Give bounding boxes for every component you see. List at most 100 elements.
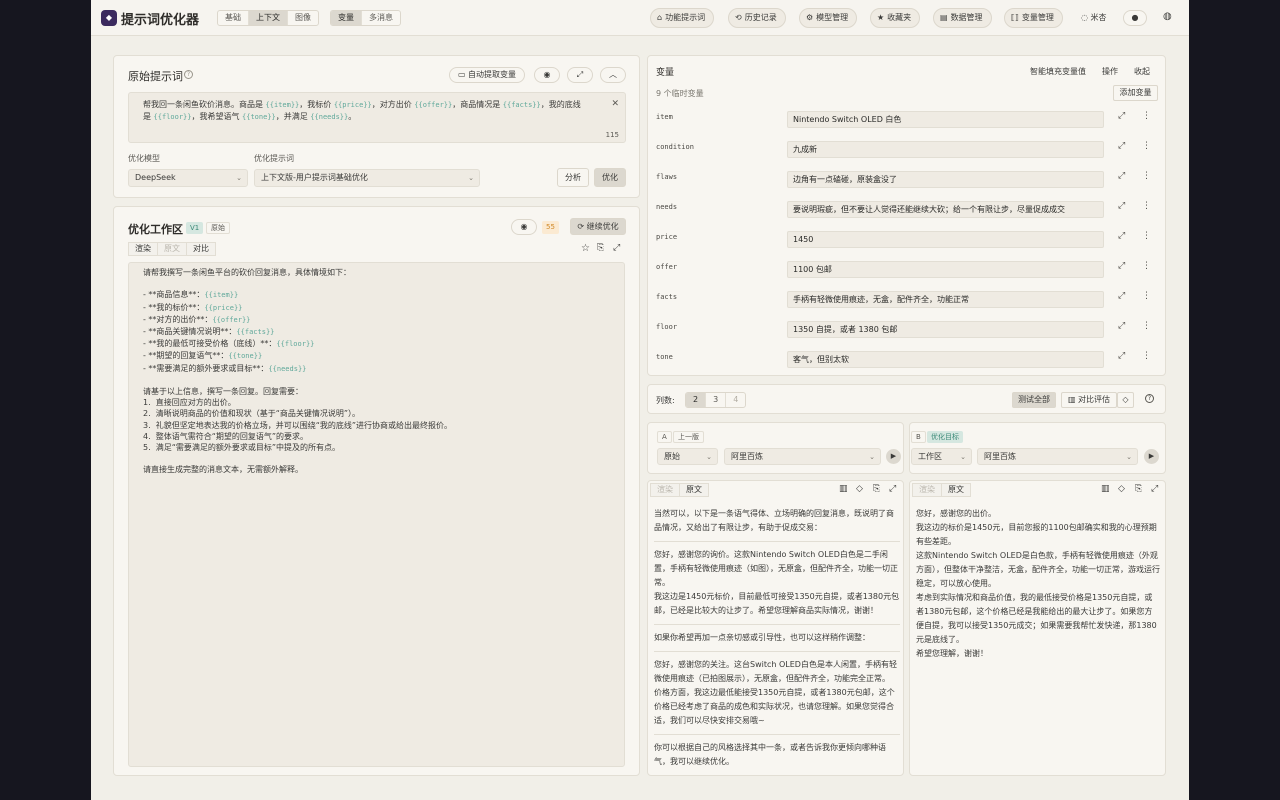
mode-tab-image[interactable]: 图像 xyxy=(288,11,318,25)
evaluate-settings-button[interactable]: ◇ xyxy=(1117,392,1134,408)
tab-compare[interactable]: 对比 xyxy=(186,242,216,256)
expand-icon[interactable]: ⤢ xyxy=(1118,201,1125,211)
github-button[interactable]: ● xyxy=(1123,10,1147,26)
optimized-prompt-output[interactable]: 请帮我撰写一条闲鱼平台的砍价回复消息，具体情境如下： - **商品信息**：{{i… xyxy=(128,262,625,767)
column-b-model-select[interactable]: 阿里百炼 ⌄ xyxy=(977,448,1138,465)
optimize-button[interactable]: 优化 xyxy=(594,168,626,187)
expand-icon[interactable]: ⤢ xyxy=(1118,261,1125,271)
tab-render[interactable]: 渲染 xyxy=(128,242,158,256)
variable-value-input[interactable]: 九成新 xyxy=(787,141,1104,158)
variable-value-input[interactable]: 边角有一点磕碰，原装盒没了 xyxy=(787,171,1104,188)
variable-value-input[interactable]: 1100 包邮 xyxy=(787,261,1104,278)
expand-icon[interactable]: ⤢ xyxy=(1118,111,1125,121)
original-tag[interactable]: 原始 xyxy=(206,222,230,234)
workspace-line: - **商品关键情况说明**：{{facts}} xyxy=(143,326,610,338)
more-icon[interactable]: ⋮ xyxy=(1142,291,1151,301)
variable-value-input[interactable]: 要说明瑕疵，但不要让人觉得还能继续大砍；给一个有限让步，尽量促成成交 xyxy=(787,201,1104,218)
chevron-down-icon: ⌄ xyxy=(468,174,474,182)
expand-icon[interactable]: ⤢ xyxy=(1118,321,1125,331)
variable-value-input[interactable]: 手柄有轻微使用痕迹，无盒，配件齐全，功能正常 xyxy=(787,291,1104,308)
target-icon[interactable]: ◇ xyxy=(856,484,863,494)
more-icon[interactable]: ⋮ xyxy=(1142,171,1151,181)
favorite-star-icon[interactable]: ☆ xyxy=(581,243,590,254)
optimize-template-select[interactable]: 上下文版-用户提示词基础优化 ⌄ xyxy=(254,169,480,187)
expand-icon[interactable]: ⤢ xyxy=(1118,291,1125,301)
columns-option-3[interactable]: 3 xyxy=(706,393,727,407)
clear-icon[interactable]: ✕ xyxy=(611,99,619,109)
column-a-version-select[interactable]: 原始 ⌄ xyxy=(657,448,718,465)
compare-evaluate-button[interactable]: ▥ 对比评估 xyxy=(1061,392,1117,408)
optimize-model-select[interactable]: DeepSeek ⌄ xyxy=(128,169,248,187)
add-variable-button[interactable]: 添加变量 xyxy=(1113,85,1158,101)
expand-icon[interactable]: ⤢ xyxy=(1118,141,1125,151)
expand-icon[interactable]: ⤢ xyxy=(1118,171,1125,181)
columns-option-2[interactable]: 2 xyxy=(686,393,707,407)
target-icon[interactable]: ◇ xyxy=(1118,484,1125,494)
variable-value-input[interactable]: 1350 自提，或者 1380 包邮 xyxy=(787,321,1104,338)
more-icon[interactable]: ⋮ xyxy=(1142,111,1151,121)
column-b-output[interactable]: 您好，感谢您的出价。 我这边的标价是1450元，目前您报的1100包邮确实和我的心… xyxy=(916,507,1160,661)
copy-icon[interactable]: ⎘ xyxy=(873,484,880,494)
continue-optimize-button[interactable]: ⟳ 继续优化 xyxy=(570,218,626,235)
mode-tab-basic[interactable]: 基础 xyxy=(218,11,249,25)
copy-icon[interactable]: ⎘ xyxy=(1135,484,1142,494)
fullscreen-icon[interactable]: ⤢ xyxy=(1151,484,1158,494)
columns-option-4[interactable]: 4 xyxy=(726,393,745,407)
more-icon[interactable]: ⋮ xyxy=(1142,321,1151,331)
more-icon[interactable]: ⋮ xyxy=(1142,351,1151,361)
tab-render[interactable]: 渲染 xyxy=(912,483,942,497)
smart-fill-button[interactable]: 智能填充变量值 xyxy=(1030,66,1086,77)
nav-model-manage-button[interactable]: ⚙ 模型管理 xyxy=(799,8,858,28)
original-prompt-text[interactable]: 帮我回一条闲鱼砍价消息。商品是 {{item}}，我标价 {{price}}，对… xyxy=(143,99,583,123)
nav-favorites-button[interactable]: ★ 收藏夹 xyxy=(870,8,921,28)
language-switch[interactable]: ◌ 米杏 xyxy=(1081,12,1107,23)
collapse-button[interactable]: ︿ xyxy=(600,67,626,83)
workspace-line xyxy=(143,375,610,386)
auto-extract-variables-button[interactable]: ▭ 自动提取变量 xyxy=(449,67,525,83)
tab-source[interactable]: 原文 xyxy=(941,483,971,497)
expand-icon[interactable]: ⤢ xyxy=(1118,351,1125,361)
tab-multi-message[interactable]: 多消息 xyxy=(362,11,400,25)
column-a-model-select[interactable]: 阿里百炼 ⌄ xyxy=(724,448,881,465)
more-icon[interactable]: ⋮ xyxy=(1142,141,1151,151)
collapse-variables-button[interactable]: 收起 xyxy=(1134,66,1150,77)
column-a-output[interactable]: 当然可以，以下是一条语气得体、立场明确的回复消息，既说明了商品情况，又给出了有限… xyxy=(654,507,900,769)
analyze-button[interactable]: 分析 xyxy=(557,168,589,187)
expand-icon[interactable]: ⤢ xyxy=(1118,231,1125,241)
operations-button[interactable]: 操作 xyxy=(1102,66,1118,77)
fullscreen-button[interactable]: ⤢ xyxy=(567,67,593,83)
run-b-button[interactable]: ▶ xyxy=(1144,449,1159,464)
score-badge[interactable]: 55 xyxy=(542,221,559,234)
mode-tab-context[interactable]: 上下文 xyxy=(249,11,288,25)
help-icon[interactable]: ? xyxy=(1145,394,1154,403)
chart-icon[interactable]: ▥ xyxy=(839,484,848,494)
variable-value-input[interactable]: 客气，但别太软 xyxy=(787,351,1104,368)
original-prompt-input[interactable]: 帮我回一条闲鱼砍价消息。商品是 {{item}}，我标价 {{price}}，对… xyxy=(128,92,626,143)
help-icon[interactable]: ? xyxy=(184,70,193,79)
workspace-preview-button[interactable]: ◉ xyxy=(511,219,537,235)
variable-value-input[interactable]: 1450 xyxy=(787,231,1104,248)
variable-value-input[interactable]: Nintendo Switch OLED 白色 xyxy=(787,111,1104,128)
nav-function-prompts-button[interactable]: ⌂ 功能提示词 xyxy=(650,8,715,28)
chart-icon[interactable]: ▥ xyxy=(1101,484,1110,494)
tab-variables[interactable]: 变量 xyxy=(331,11,362,25)
test-all-button[interactable]: 测试全部 xyxy=(1012,392,1056,408)
tab-source[interactable]: 原文 xyxy=(679,483,709,497)
column-b-version-select[interactable]: 工作区 ⌄ xyxy=(911,448,972,465)
fullscreen-icon[interactable]: ⤢ xyxy=(889,484,896,494)
more-icon[interactable]: ⋮ xyxy=(1142,201,1151,211)
nav-data-manage-button[interactable]: ▤ 数据管理 xyxy=(933,8,992,28)
globe-icon[interactable]: ◍ xyxy=(1163,11,1172,22)
run-a-button[interactable]: ▶ xyxy=(886,449,901,464)
nav-history-button[interactable]: ⟲ 历史记录 xyxy=(728,8,786,28)
fullscreen-icon[interactable]: ⤢ xyxy=(613,243,620,253)
copy-icon[interactable]: ⎘ xyxy=(597,243,604,253)
line-text: - **商品关键情况说明**： xyxy=(143,327,237,336)
more-icon[interactable]: ⋮ xyxy=(1142,261,1151,271)
version-badge[interactable]: V1 xyxy=(186,222,204,234)
nav-variable-manage-button[interactable]: ⟦⟧ 变量管理 xyxy=(1004,8,1063,28)
tab-render[interactable]: 渲染 xyxy=(650,483,680,497)
more-icon[interactable]: ⋮ xyxy=(1142,231,1151,241)
preview-button[interactable]: ◉ xyxy=(534,67,560,83)
tab-source[interactable]: 原文 xyxy=(157,242,187,256)
